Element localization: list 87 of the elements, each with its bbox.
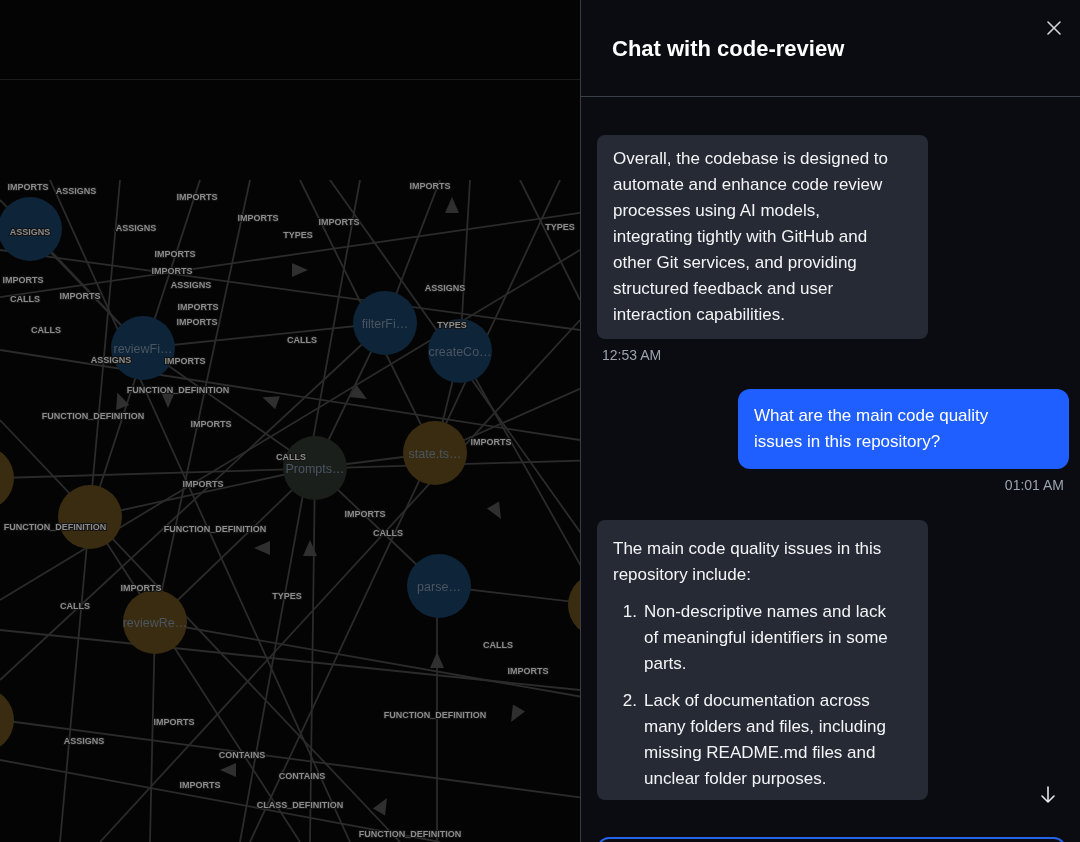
edge-label: ASSIGNS [115,223,157,233]
edge-label: TYPES [545,222,575,232]
edge-label: IMPORTS [164,356,206,366]
edge-label: ASSIGNS [424,283,466,293]
edge-label: CALLS [276,452,306,462]
edge-label: IMPORTS [182,479,224,489]
edge-label: FUNCTION_DEFINITION [163,524,267,534]
node-label: filterFi… [361,317,409,331]
graph-node[interactable] [403,421,467,485]
edge-label: TYPES [272,591,302,601]
arrowhead [486,501,501,519]
edge-label: IMPORTS [318,217,360,227]
arrowhead [445,197,459,213]
edge-label: ASSIGNS [9,227,51,237]
edge-label: TYPES [437,320,467,330]
message-time: 12:53 AM [602,346,662,365]
node-label: createCo… [428,345,492,359]
arrowhead [430,652,444,668]
edge-label: IMPORTS [151,266,193,276]
edge-label: IMPORTS [176,317,218,327]
graph-node[interactable] [428,319,492,383]
arrowhead [303,540,317,556]
edge-label: IMPORTS [507,666,549,676]
edge-label: IMPORTS [59,291,101,301]
close-button[interactable] [1045,19,1063,37]
graph-node[interactable] [407,554,471,618]
edge-label: CLASS_DEFINITION [256,800,344,810]
edge-label: CALLS [10,294,40,304]
edge-label: ASSIGNS [55,186,97,196]
arrowhead [262,396,280,410]
edge-label: IMPORTS [470,437,512,447]
list-item-text: Lack of documentation across many folders and files, including missing README.md files and unclear folder purposes. [644,690,887,790]
list-number: 1. [621,601,638,623]
edge-label: FUNCTION_DEFINITION [358,829,462,839]
node-label: Prompts… [285,462,345,476]
list-item-text: Non-descriptive names and lack of meaningful identifiers in some parts. [644,601,889,675]
edge-label: ASSIGNS [170,280,212,290]
arrowhead [254,541,270,555]
edge-label: ASSIGNS [63,736,105,746]
edge-label: IMPORTS [344,509,386,519]
graph-node[interactable] [0,197,62,261]
edge-label: IMPORTS [179,780,221,790]
edge-label: CALLS [483,640,513,650]
edge-label: CALLS [373,528,403,538]
arrowhead [372,798,387,816]
arrowhead [511,704,526,722]
close-icon [1047,21,1061,35]
edge-label: IMPORTS [7,182,49,192]
edge-label: IMPORTS [120,583,162,593]
edge-label: ASSIGNS [90,355,132,365]
edge-label: IMPORTS [177,302,219,312]
chat-title: Chat with code-review [612,34,845,63]
arrowhead [349,384,367,399]
node-label: reviewFi… [113,342,173,356]
message-time: 01:01 AM [1004,476,1064,495]
edge-label: IMPORTS [237,213,279,223]
edge-label: IMPORTS [153,717,195,727]
node-label: parse… [417,580,461,594]
arrowhead [161,392,175,408]
edge-label: CALLS [287,335,317,345]
edge-label: IMPORTS [409,181,451,191]
edge-label: CONTAINS [218,750,266,760]
edge-label: FUNCTION_DEFINITION [383,710,487,720]
edge-label: FUNCTION_DEFINITION [41,411,145,421]
graph-node[interactable] [353,291,417,355]
edge-label: CALLS [31,325,61,335]
graph-node[interactable] [123,590,187,654]
assistant-message: Overall, the codebase is designed to automate and enhance code review processes using AI models, integrating tightly with GitHub and other Git services, and providing structured feedback and user interaction capabilities. [597,135,928,339]
edge-label: IMPORTS [2,275,44,285]
user-message: What are the main code quality issues in this repository? [738,389,1069,469]
list-number: 2. [621,690,638,712]
node-label: state.ts… [408,447,462,461]
edge-label: CALLS [60,601,90,611]
edge-label: CONTAINS [278,771,326,781]
message-text: The main code quality issues in this repository include: [613,538,883,586]
arrowhead [116,392,130,410]
edge-label: IMPORTS [154,249,196,259]
edge-label: FUNCTION_DEFINITION [3,522,107,532]
node-label: reviewRe… [122,616,188,630]
edge-label: FUNCTION_DEFINITION [126,385,230,395]
scroll-down-button[interactable] [1038,785,1058,805]
arrowhead [220,763,236,777]
arrow-down-icon [1040,786,1056,804]
arrowhead [292,263,308,277]
edge-label: TYPES [283,230,313,240]
edge-label: IMPORTS [176,192,218,202]
edge-label: IMPORTS [190,419,232,429]
